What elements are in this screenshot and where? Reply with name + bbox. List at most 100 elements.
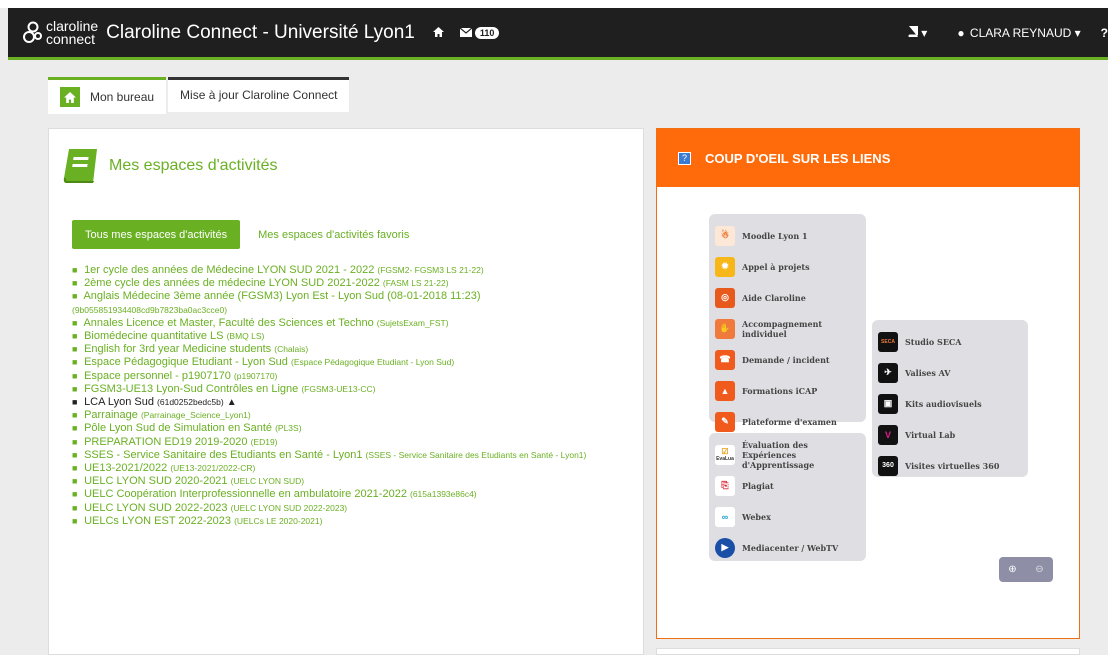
list-item[interactable]: ■ LCA Lyon Sud (61d0252bedc5b) ▲ [72,396,637,409]
top-strip [0,0,1108,8]
seca-icon: SECA [878,331,898,352]
brand-text: claroline connect [46,19,98,46]
support-icon: ☎ [715,349,735,370]
book-icon: ■ [72,502,78,513]
book-icon: ■ [72,265,78,275]
brand[interactable]: claroline connect [22,19,98,46]
book-icon: ■ [72,463,78,474]
activities-filter: Tous mes espaces d'activités Mes espaces… [72,220,409,249]
tab-mon-bureau[interactable]: Mon bureau [48,77,167,114]
handshake-icon: ✋ [715,318,735,339]
list-item[interactable]: ■ PREPARATION ED19 2019-2020 (ED19) [72,436,637,449]
graduation-icon: ▲ [715,380,735,401]
user-menu[interactable]: ● CLARA REYNAUD ▾ [949,26,1080,40]
exam-icon: ✎ [715,411,735,432]
list-item[interactable]: ■ SSES - Service Sanitaire des Etudiants… [72,449,637,462]
book-icon: ■ [72,317,78,328]
list-item[interactable]: ■ UE13-2021/2022 (UE13-2021/2022-CR) [72,462,637,475]
book-icon: ■ [72,436,78,447]
link-studio-seca[interactable]: SECA Studio SECA [878,326,1022,357]
book-icon: ■ [72,370,78,381]
app-title[interactable]: Claroline Connect - Université Lyon1 [106,22,415,44]
play-icon: ▶ [715,537,735,558]
book-icon: ■ [72,357,78,368]
list-item[interactable]: ■ UELCs LYON EST 2022-2023 (UELCs LE 202… [72,515,637,528]
zoom-out-icon[interactable]: ⊖ [1035,564,1043,575]
user-icon: ● [957,25,965,40]
book-icon: ■ [72,383,78,394]
links-box-media: SECA Studio SECA ✈ Valises AV ▣ Kits audiov… [872,320,1028,477]
book-icon: ■ [72,397,78,408]
desktop-tabs: Mon bureau Mise à jour Claroline Connect [48,77,350,114]
list-item[interactable]: ■ 2ème cycle des années de médecine LYON… [72,277,637,290]
link-plagiat[interactable]: ⎘ Plagiat [715,470,860,501]
link-accompagnement[interactable]: ✋ Accompagnement individuel [715,313,860,344]
list-item[interactable]: ■ Espace Pédagogique Etudiant - Lyon Sud… [72,356,637,369]
home-icon[interactable] [432,25,444,40]
book-icon: ■ [72,489,78,500]
activities-list: ■ 1er cycle des années de Médecine LYON … [72,264,637,528]
evalua-icon: ☑ EvaLua [715,444,735,465]
link-demande-incident[interactable]: ☎ Demande / incident [715,344,860,375]
zoom-in-icon[interactable]: ⊕ [1008,564,1016,575]
book-icon: ■ [72,515,78,526]
claroline-logo-icon [22,21,44,45]
tab-mise-a-jour[interactable]: Mise à jour Claroline Connect [168,77,350,112]
link-formations-icap[interactable]: ▲ Formations iCAP [715,375,860,406]
link-aide-claroline[interactable]: ◎ Aide Claroline [715,282,860,313]
lifebuoy-icon: ◎ [715,287,735,308]
home-tab-icon [60,87,80,107]
list-item[interactable]: ■ UELC Coopération Interprofessionnelle … [72,488,637,501]
webex-icon: ∞ [715,506,735,527]
list-item[interactable]: ■ 1er cycle des années de Médecine LYON … [72,264,637,277]
link-evaluation[interactable]: ☑ EvaLua Évaluation des Expériences d'Appr… [715,439,860,470]
list-item[interactable]: ■ Pôle Lyon Sud de Simulation en Santé (… [72,422,637,435]
resources-dropdown[interactable]: ▾ [908,25,927,40]
link-visites-360[interactable]: 360 Visites virtuelles 360 [878,450,1022,481]
list-item[interactable]: ■ Espace personnel - p1907170 (p1907170) [72,370,637,383]
links-box-tools: ☑ EvaLua Évaluation des Expériences d'Appr… [709,433,866,561]
link-valises-av[interactable]: ✈ Valises AV [878,357,1022,388]
top-navbar: claroline connect Claroline Connect - Un… [8,8,1108,57]
book-icon [63,147,97,185]
activities-panel: Mes espaces d'activités Tous mes espaces… [48,128,644,655]
book-icon: ■ [72,410,78,421]
list-item[interactable]: ■ Annales Licence et Master, Faculté des… [72,317,637,330]
link-kits-audiovisuels[interactable]: ▣ Kits audiovisuels [878,388,1022,419]
list-item[interactable]: ■ UELC LYON SUD 2022-2023 (UELC LYON SUD… [72,502,637,515]
tab-label: Mon bureau [90,90,155,104]
book-icon: ■ [72,344,78,355]
help-icon[interactable]: ? [1101,26,1108,40]
list-item[interactable]: ■ Parrainage (Parrainage_Science_Lyon1) [72,409,637,422]
list-item[interactable]: ■ UELC LYON SUD 2020-2021 (UELC LYON SUD… [72,475,637,488]
link-moodle[interactable]: ☃ Moodle Lyon 1 [715,220,860,251]
favorite-activities-link[interactable]: Mes espaces d'activités favoris [258,229,409,241]
zoom-controls: ⊕ ⊖ [999,557,1053,582]
question-icon: ? [678,151,691,165]
link-webex[interactable]: ∞ Webex [715,501,860,532]
camera-icon: ▣ [878,393,898,414]
links-title: COUP D'OEIL SUR LES LIENS [705,150,891,166]
all-activities-button[interactable]: Tous mes espaces d'activités [72,220,241,249]
virtual-lab-icon: V [878,424,898,445]
projects-icon: ✹ [715,256,735,277]
book-icon: ■ [72,423,78,434]
tab-label: Mise à jour Claroline Connect [180,88,338,102]
link-virtual-lab[interactable]: V Virtual Lab [878,419,1022,450]
warning-icon: ▲ [226,397,237,409]
list-item-code[interactable]: (9b055851934408cd9b7823ba0ac3cce0) [72,304,637,317]
link-appel-projets[interactable]: ✹ Appel à projets [715,251,860,282]
list-item[interactable]: ■ English for 3rd year Medicine students… [72,343,637,356]
luggage-icon: ✈ [878,362,898,383]
messages-button[interactable]: 110 [459,26,500,39]
vr360-icon: 360 [878,455,898,476]
list-item[interactable]: ■ Biomédecine quantitative LS (BMQ LS) [72,330,637,343]
book-icon [908,25,919,37]
list-item[interactable]: ■ FGSM3-UE13 Lyon-Sud Contrôles en Ligne… [72,383,637,396]
book-icon: ■ [72,331,78,342]
link-mediacenter[interactable]: ▶ Mediacenter / WebTV [715,532,860,563]
links-header: ? COUP D'OEIL SUR LES LIENS [657,129,1079,187]
user-name: CLARA REYNAUD [969,25,1072,40]
links-box-main: ☃ Moodle Lyon 1 ✹ Appel à projets ◎ Aide Cl… [709,214,866,432]
list-item[interactable]: ■ Anglais Médecine 3ème année (FGSM3) Ly… [72,290,637,303]
